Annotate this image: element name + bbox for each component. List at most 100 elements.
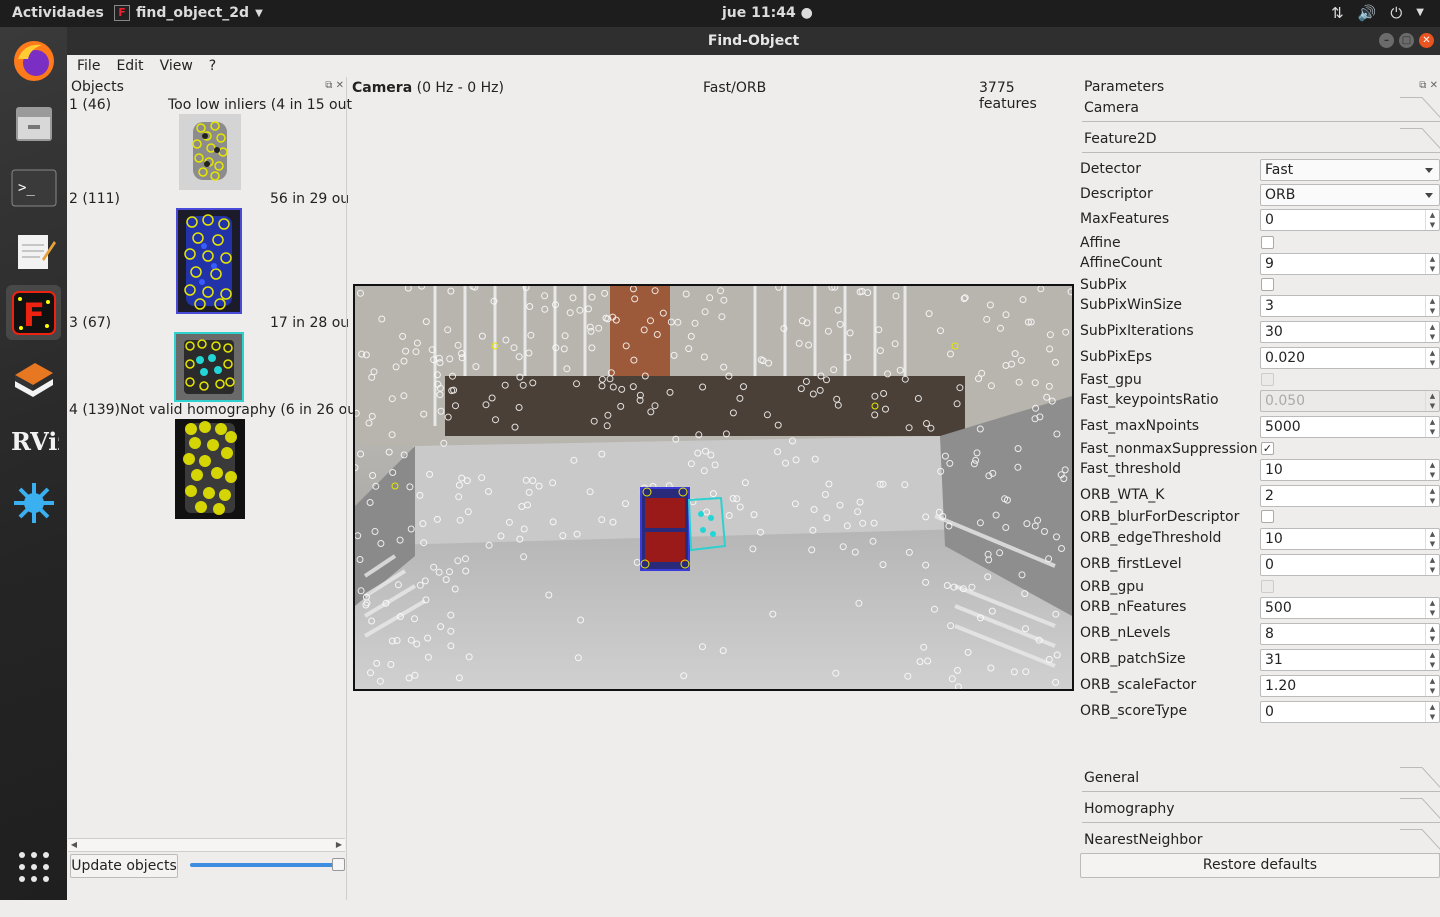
- section-homography[interactable]: Homography: [1082, 798, 1440, 823]
- clock-label: jue 11:44: [722, 5, 796, 21]
- spin-arrows-icon[interactable]: ▲ ▼: [1425, 624, 1439, 644]
- spin-arrows-icon[interactable]: ▲ ▼: [1425, 210, 1439, 230]
- spin-arrows-icon[interactable]: ▲ ▼: [1425, 296, 1439, 316]
- param-combobox[interactable]: Fast: [1260, 159, 1440, 181]
- minimize-button[interactable]: –: [1379, 33, 1394, 48]
- splash-icon: [13, 482, 54, 523]
- param-spinbox[interactable]: 0.020 ▲ ▼: [1260, 347, 1440, 369]
- spin-arrows-icon[interactable]: ▲ ▼: [1425, 486, 1439, 506]
- param-row: ORB_patchSize 31 ▲ ▼: [1080, 649, 1440, 671]
- close-icon[interactable]: ✕: [336, 80, 344, 91]
- spin-arrows-icon[interactable]: ▲ ▼: [1425, 254, 1439, 274]
- scroll-left-icon[interactable]: ◀: [68, 839, 80, 851]
- slider-handle[interactable]: [332, 858, 345, 871]
- close-icon[interactable]: ✕: [1430, 80, 1438, 91]
- dock-item-text-editor[interactable]: [6, 223, 61, 278]
- param-checkbox: [1261, 373, 1274, 386]
- object-thumbnail[interactable]: [176, 208, 242, 314]
- app-menu[interactable]: F find_object_2d ▼: [114, 5, 263, 21]
- section-camera[interactable]: Camera: [1082, 97, 1440, 122]
- object-thumbnail[interactable]: [179, 114, 241, 190]
- param-label: ORB_WTA_K: [1080, 487, 1165, 503]
- clock[interactable]: jue 11:44 ●: [722, 5, 813, 21]
- system-tray[interactable]: ⇅ 🔊 ⏻ ▼: [1331, 4, 1424, 22]
- restore-defaults-button[interactable]: Restore defaults: [1080, 853, 1440, 878]
- spin-arrows-icon[interactable]: ▲ ▼: [1425, 598, 1439, 618]
- close-button[interactable]: ✕: [1419, 33, 1434, 48]
- menu-view[interactable]: View: [160, 55, 201, 77]
- section-tab-edge: [1400, 767, 1440, 792]
- param-spinbox[interactable]: 2 ▲ ▼: [1260, 485, 1440, 507]
- section-feature2d[interactable]: Feature2D: [1082, 128, 1440, 153]
- param-spinbox[interactable]: 5000 ▲ ▼: [1260, 416, 1440, 438]
- param-spinbox[interactable]: 0 ▲ ▼: [1260, 701, 1440, 723]
- menu-help[interactable]: ?: [209, 55, 224, 77]
- spin-arrows-icon[interactable]: ▲ ▼: [1425, 676, 1439, 696]
- maximize-button[interactable]: □: [1399, 33, 1414, 48]
- param-spinbox[interactable]: 9 ▲ ▼: [1260, 253, 1440, 275]
- dock-item-files[interactable]: [6, 95, 61, 150]
- objects-size-slider[interactable]: [190, 858, 345, 871]
- menu-edit[interactable]: Edit: [116, 55, 151, 77]
- objects-horizontal-scrollbar[interactable]: ◀ ▶: [68, 838, 345, 852]
- dock-item-firefox[interactable]: [6, 33, 61, 88]
- slider-track: [190, 863, 340, 867]
- param-spinbox[interactable]: 500 ▲ ▼: [1260, 597, 1440, 619]
- spin-arrows-icon[interactable]: ▲ ▼: [1425, 322, 1439, 342]
- spin-arrows-icon[interactable]: ▲ ▼: [1425, 460, 1439, 480]
- dock-item-rviz[interactable]: RViz: [6, 412, 61, 467]
- camera-view[interactable]: [351, 282, 1075, 691]
- param-checkbox[interactable]: [1261, 236, 1274, 249]
- param-spinbox[interactable]: 0 ▲ ▼: [1260, 554, 1440, 576]
- spin-arrows-icon[interactable]: ▲ ▼: [1425, 417, 1439, 437]
- spin-arrows-icon[interactable]: ▲ ▼: [1425, 348, 1439, 368]
- window-title-bar[interactable]: Find-Object – □ ✕: [67, 27, 1440, 55]
- section-general[interactable]: General: [1082, 767, 1440, 792]
- param-spinbox[interactable]: 31 ▲ ▼: [1260, 649, 1440, 671]
- object-thumbnail[interactable]: [174, 332, 244, 402]
- param-row: SubPixEps 0.020 ▲ ▼: [1080, 347, 1440, 369]
- spinbox-value: 2: [1265, 488, 1274, 504]
- param-spinbox[interactable]: 10 ▲ ▼: [1260, 459, 1440, 481]
- section-nearestneighbor[interactable]: NearestNeighbor: [1082, 829, 1440, 854]
- param-label: SubPixIterations: [1080, 323, 1194, 339]
- param-spinbox[interactable]: 3 ▲ ▼: [1260, 295, 1440, 317]
- float-icon[interactable]: ⧉: [1419, 80, 1426, 91]
- camera-header: Camera (0 Hz - 0 Hz): [352, 80, 504, 96]
- object-id: 3 (67): [69, 315, 112, 331]
- dock-item-find-object[interactable]: F: [6, 285, 61, 340]
- spin-arrows-icon[interactable]: ▲ ▼: [1425, 555, 1439, 575]
- divider: [1082, 121, 1400, 122]
- menu-file[interactable]: File: [77, 55, 108, 77]
- show-applications-button[interactable]: [6, 839, 61, 894]
- dock-item-terminal[interactable]: >_: [6, 160, 61, 215]
- spinbox-value: 500: [1265, 600, 1292, 616]
- param-spinbox[interactable]: 10 ▲ ▼: [1260, 528, 1440, 550]
- param-checkbox[interactable]: ✓: [1261, 442, 1274, 455]
- param-checkbox[interactable]: [1261, 510, 1274, 523]
- float-icon[interactable]: ⧉: [325, 80, 332, 91]
- spin-arrows-icon[interactable]: ▲ ▼: [1425, 650, 1439, 670]
- object-thumbnail[interactable]: [175, 419, 245, 519]
- param-spinbox[interactable]: 8 ▲ ▼: [1260, 623, 1440, 645]
- dock-item-splash[interactable]: [6, 475, 61, 530]
- param-row: SubPixWinSize 3 ▲ ▼: [1080, 295, 1440, 317]
- param-spinbox[interactable]: 1.20 ▲ ▼: [1260, 675, 1440, 697]
- object-id: 4 (139): [69, 402, 121, 418]
- param-spinbox[interactable]: 0 ▲ ▼: [1260, 209, 1440, 231]
- param-row: ORB_scoreType 0 ▲ ▼: [1080, 701, 1440, 723]
- param-checkbox[interactable]: [1261, 278, 1274, 291]
- param-spinbox[interactable]: 30 ▲ ▼: [1260, 321, 1440, 343]
- param-label: ORB_firstLevel: [1080, 556, 1182, 572]
- panel-dock-buttons[interactable]: ⧉ ✕: [1419, 80, 1438, 91]
- spin-arrows-icon[interactable]: ▲ ▼: [1425, 529, 1439, 549]
- update-objects-button[interactable]: Update objects: [70, 854, 178, 878]
- spin-arrows-icon[interactable]: ▲ ▼: [1425, 702, 1439, 722]
- param-combobox[interactable]: ORB: [1260, 184, 1440, 206]
- scroll-right-icon[interactable]: ▶: [333, 839, 345, 851]
- panel-dock-buttons[interactable]: ⧉ ✕: [325, 80, 344, 91]
- param-label: Fast_keypointsRatio: [1080, 392, 1219, 408]
- dock-item-layers[interactable]: [6, 349, 61, 404]
- divider: [1082, 822, 1400, 823]
- activities-button[interactable]: Actividades: [12, 5, 104, 21]
